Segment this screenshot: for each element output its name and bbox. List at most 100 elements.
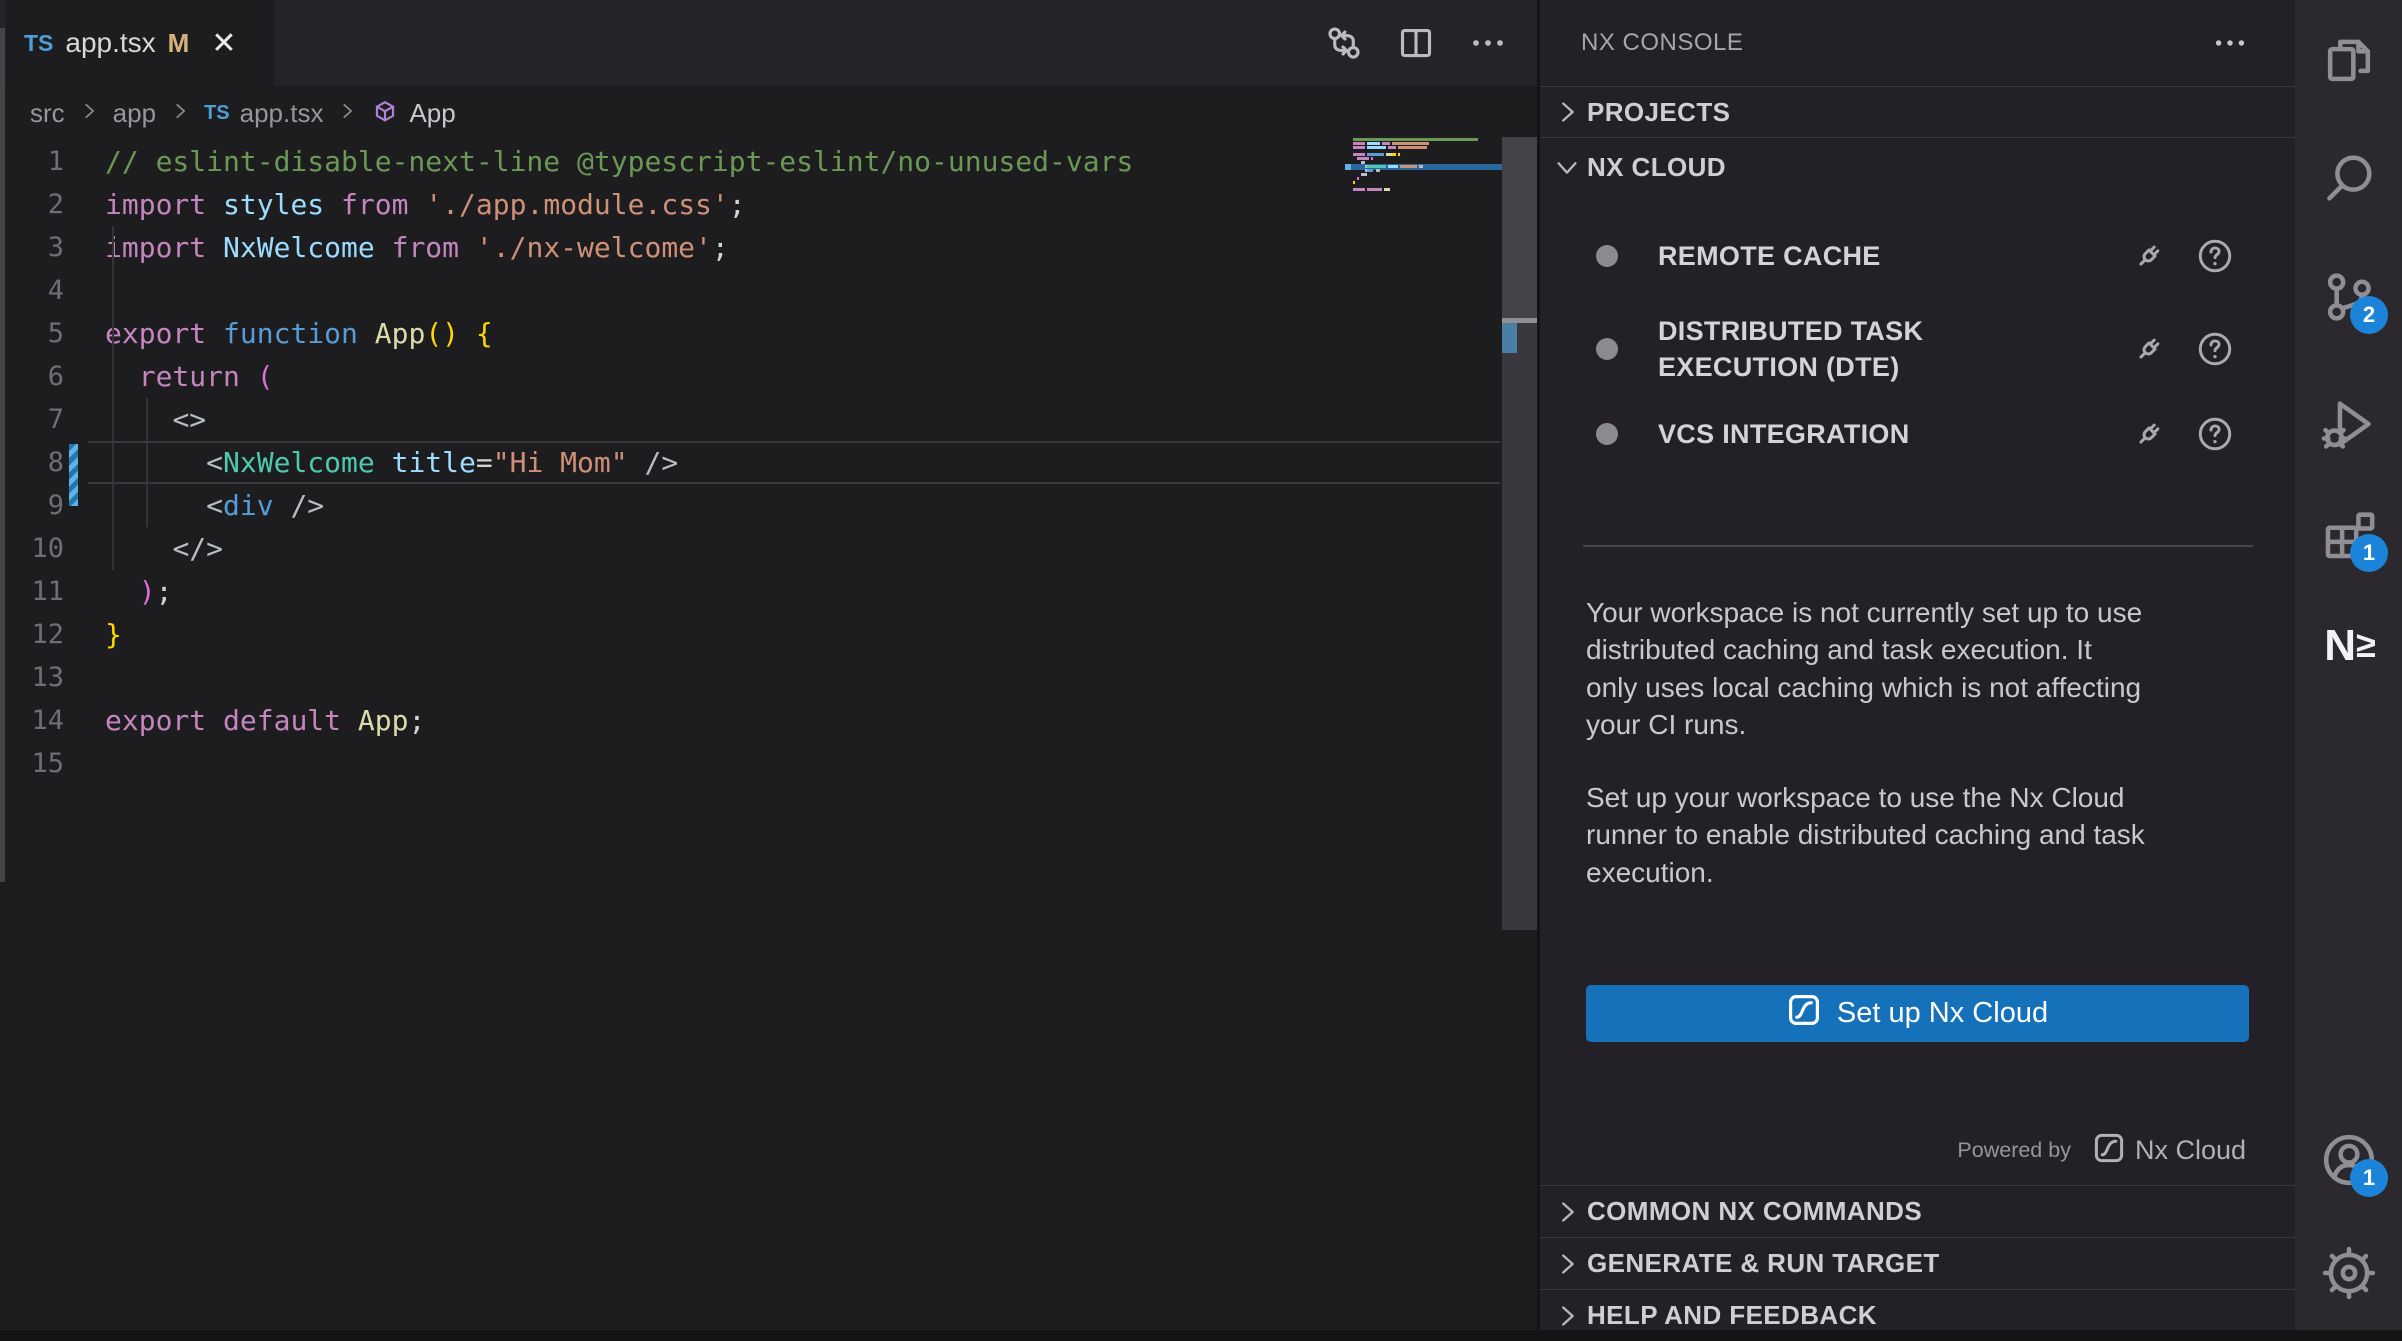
code-text: export function App() {: [64, 312, 493, 355]
line-number: 5: [0, 312, 64, 355]
breadcrumb-label: src: [30, 98, 65, 129]
breadcrumb-item-app[interactable]: app: [113, 98, 156, 129]
close-tab-icon[interactable]: ✕: [211, 26, 236, 61]
code-text: return (: [64, 355, 274, 398]
setup-nx-cloud-button[interactable]: Set up Nx Cloud: [1586, 985, 2249, 1042]
activity-run-and-debug-icon[interactable]: [2312, 387, 2386, 461]
minimap-line: [1353, 165, 1423, 168]
section-label: HELP AND FEEDBACK: [1587, 1300, 1877, 1331]
badge: 1: [2350, 1159, 2388, 1197]
nx-cloud-logo-icon: [1787, 993, 1821, 1035]
help-question-icon[interactable]: [2193, 327, 2237, 371]
line-number: 13: [0, 656, 64, 699]
line-number: 12: [0, 613, 64, 656]
editor-group: TS app.tsx M ✕ src app TSapp.tsx App 1// es…: [0, 0, 1537, 1330]
badge: 2: [2350, 296, 2388, 334]
code-line-14[interactable]: 14export default App;: [0, 699, 1502, 742]
split-editor-icon[interactable]: [1394, 21, 1438, 65]
line-number: 1: [0, 140, 64, 183]
section-projects[interactable]: PROJECTS: [1540, 86, 2295, 138]
section-label: NX CLOUD: [1587, 152, 1726, 183]
window-left-sash[interactable]: [0, 28, 5, 882]
code-line-12[interactable]: 12}: [0, 613, 1502, 656]
editor-actions: [1322, 0, 1510, 86]
activity-extensions-icon[interactable]: 1: [2312, 498, 2386, 572]
code-line-15[interactable]: 15: [0, 742, 1502, 785]
breadcrumb-separator-icon: [78, 98, 100, 129]
minimap-line: [1353, 146, 1429, 149]
code-editor[interactable]: 1// eslint-disable-next-line @typescript…: [0, 140, 1502, 785]
more-actions-icon[interactable]: [1466, 21, 1510, 65]
code-line-7[interactable]: 7 <>: [0, 398, 1502, 441]
code-line-2[interactable]: 2import styles from './app.module.css';: [0, 183, 1502, 226]
section-label: PROJECTS: [1587, 97, 1730, 128]
code-line-3[interactable]: 3import NxWelcome from './nx-welcome';: [0, 226, 1502, 269]
vscode-window: TS app.tsx M ✕ srcappTSapp.tsxApp 1// es…: [0, 0, 2402, 1330]
chevron-down-icon: [1551, 152, 1583, 182]
tab-app-tsx[interactable]: TS app.tsx M ✕: [6, 0, 274, 86]
tab-bar: TS app.tsx M ✕: [0, 0, 1537, 86]
activity-search-icon[interactable]: [2312, 141, 2386, 215]
line-number: 3: [0, 226, 64, 269]
minimap-line: [1353, 161, 1365, 164]
code-line-11[interactable]: 11 );: [0, 570, 1502, 613]
setup-hint-text: Set up your workspace to use the Nx Clou…: [1586, 779, 2256, 891]
panel-more-actions-icon[interactable]: [2208, 21, 2252, 65]
chevron-right-icon: [1551, 1249, 1583, 1279]
breadcrumb-item-app[interactable]: App: [371, 98, 455, 129]
activity-accounts-icon[interactable]: 1: [2312, 1123, 2386, 1197]
nx-cloud-logo-icon: [2093, 1132, 2125, 1169]
activity-source-control-icon[interactable]: 2: [2312, 260, 2386, 334]
connect-plug-icon[interactable]: [2127, 234, 2171, 278]
line-number: 4: [0, 269, 64, 312]
activity-nx-console-icon[interactable]: N≥: [2312, 609, 2386, 683]
status-bullet-icon: [1596, 423, 1618, 445]
scrollbar-thumb[interactable]: [1502, 137, 1537, 318]
activity-bar: 2 1 N≥ 1: [2295, 0, 2402, 1330]
code-line-10[interactable]: 10 </>: [0, 527, 1502, 570]
breadcrumb-label: app: [113, 98, 156, 129]
code-line-4[interactable]: 4: [0, 269, 1502, 312]
scrollbar[interactable]: [1502, 137, 1537, 930]
line-number: 15: [0, 742, 64, 785]
section-label: COMMON NX COMMANDS: [1587, 1196, 1922, 1227]
git-modified-badge: M: [168, 28, 190, 59]
breadcrumb-item-src[interactable]: src: [30, 98, 65, 129]
minimap-line: [1353, 169, 1380, 172]
nx-cloud-item-label: VCS INTEGRATION: [1658, 416, 1910, 452]
code-line-8[interactable]: 8 <NxWelcome title="Hi Mom" />: [0, 441, 1502, 484]
minimap-line: [1353, 181, 1355, 184]
breadcrumb-separator-icon: [169, 98, 191, 129]
divider: [1583, 545, 2253, 547]
nx-cloud-item-label: REMOTE CACHE: [1658, 238, 1881, 274]
chevron-right-icon: [1551, 97, 1583, 127]
code-line-1[interactable]: 1// eslint-disable-next-line @typescript…: [0, 140, 1502, 183]
code-line-6[interactable]: 6 return (: [0, 355, 1502, 398]
section-nx-cloud[interactable]: NX CLOUD: [1540, 139, 2295, 195]
breadcrumb-item-app-tsx[interactable]: TSapp.tsx: [204, 98, 323, 129]
code-text: }: [64, 613, 122, 656]
nx-cloud-item-label: DISTRIBUTED TASK EXECUTION (DTE): [1658, 313, 1988, 385]
open-changes-icon[interactable]: [1322, 21, 1366, 65]
connect-plug-icon[interactable]: [2127, 327, 2171, 371]
help-question-icon[interactable]: [2193, 412, 2237, 456]
code-line-9[interactable]: 9 <div />: [0, 484, 1502, 527]
breadcrumb: src app TSapp.tsx App: [30, 86, 456, 140]
activity-settings-icon[interactable]: [2312, 1236, 2386, 1310]
code-text: <NxWelcome title="Hi Mom" />: [64, 441, 678, 484]
typescript-file-icon: TS: [204, 102, 230, 125]
minimap[interactable]: [1345, 138, 1503, 258]
code-line-5[interactable]: 5export function App() {: [0, 312, 1502, 355]
badge: 1: [2350, 534, 2388, 572]
typescript-file-icon: TS: [24, 30, 53, 57]
section-generate-run-target[interactable]: GENERATE & RUN TARGET: [1540, 1237, 2295, 1289]
nx-cloud-brand: Nx Cloud: [2135, 1135, 2246, 1166]
code-text: // eslint-disable-next-line @typescript-…: [64, 140, 1133, 183]
section-common-nx-commands[interactable]: COMMON NX COMMANDS: [1540, 1185, 2295, 1237]
section-help-and-feedback[interactable]: HELP AND FEEDBACK: [1540, 1289, 2295, 1341]
help-question-icon[interactable]: [2193, 234, 2237, 278]
code-line-13[interactable]: 13: [0, 656, 1502, 699]
gutter-modified-indicator: [69, 444, 78, 506]
connect-plug-icon[interactable]: [2127, 412, 2171, 456]
activity-explorer-icon[interactable]: [2312, 23, 2386, 97]
